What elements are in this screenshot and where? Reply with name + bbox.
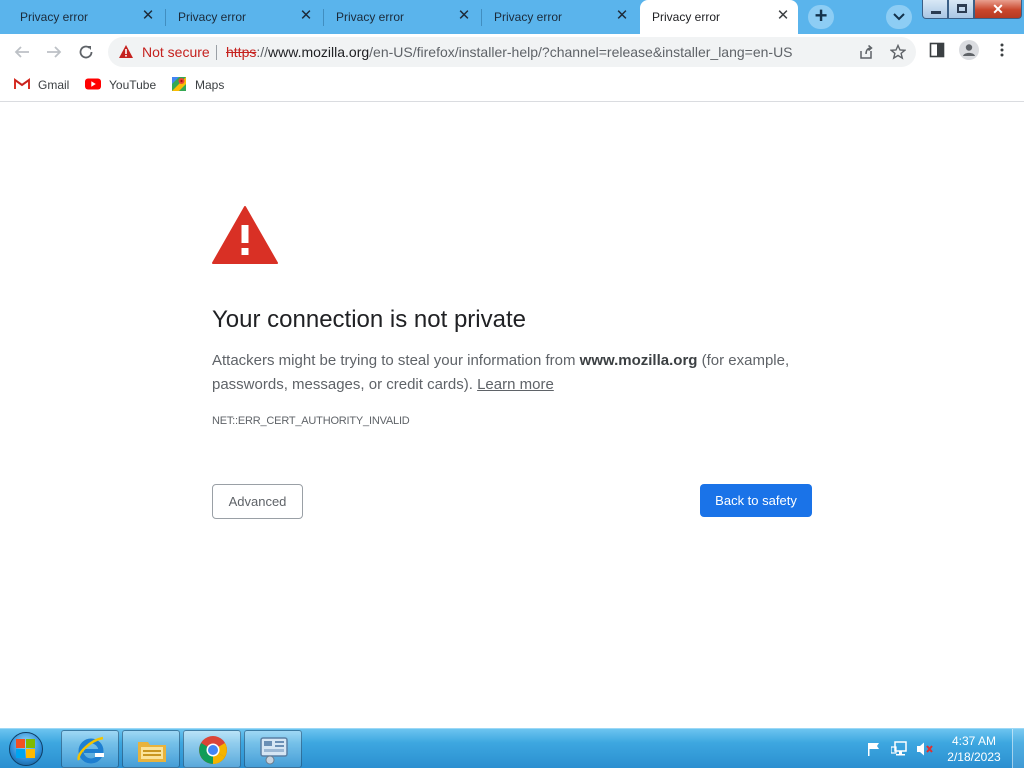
tab-active[interactable]: Privacy error ✕ [640,0,798,34]
tab-search-button[interactable] [886,5,912,29]
youtube-icon [85,78,101,90]
network-icon[interactable] [891,741,909,757]
reload-button[interactable] [74,40,98,64]
maximize-icon [957,4,967,13]
tab[interactable]: Privacy error ✕ [158,0,316,34]
chrome-icon [199,736,227,764]
tab-title: Privacy error [336,10,405,24]
tab[interactable]: Privacy error ✕ [316,0,474,34]
tab[interactable]: Privacy error ✕ [0,0,158,34]
bookmark-label: Gmail [38,78,70,92]
volume-muted-icon[interactable] [916,741,934,757]
tab-strip: Privacy error ✕ Privacy error ✕ Privacy … [0,0,1024,34]
explanation-text: Attackers might be trying to steal your … [212,349,812,397]
url-host: www.mozilla.org [268,44,370,60]
system-clock[interactable]: 4:37 AM 2/18/2023 [944,733,1004,765]
window-controls: ✕ [922,0,1022,20]
back-arrow-icon [14,46,29,58]
tab-close-icon[interactable]: ✕ [140,8,156,24]
clock-date: 2/18/2023 [947,750,1001,764]
maximize-button[interactable] [948,0,974,19]
minimize-icon [931,11,941,14]
omnibox-divider [216,45,217,60]
tab-title: Privacy error [494,10,563,24]
tab-close-icon[interactable]: ✕ [775,8,791,24]
forward-button[interactable] [42,40,66,64]
gmail-icon [14,78,30,89]
forward-arrow-icon [47,46,62,58]
internet-explorer-icon [77,736,104,764]
taskbar-chrome[interactable] [183,730,241,768]
menu-kebab-icon[interactable] [994,42,1010,58]
taskbar-internet-explorer[interactable] [61,730,119,768]
url-scheme: https [226,44,257,60]
close-window-button[interactable]: ✕ [974,0,1022,19]
share-icon[interactable] [858,44,874,60]
explanation-prefix: Attackers might be trying to steal your … [212,352,580,369]
profile-avatar-icon[interactable] [959,40,979,60]
back-to-safety-button[interactable]: Back to safety [700,484,812,517]
reload-icon [79,45,93,59]
page-heading: Your connection is not private [212,306,526,333]
not-secure-label[interactable]: Not secure [142,44,210,60]
explanation-host: www.mozilla.org [579,352,698,369]
url-path: /en-US/firefox/installer-help/?channel=r… [369,44,793,60]
file-explorer-icon [138,742,166,762]
warning-triangle-icon [212,206,278,264]
clock-time: 4:37 AM [951,734,997,748]
action-center-flag-icon[interactable] [866,741,882,757]
control-panel-icon [260,737,288,765]
show-desktop-button[interactable] [1012,729,1024,768]
tab-close-icon[interactable]: ✕ [298,8,314,24]
bookmark-label: Maps [195,78,225,92]
address-bar[interactable]: Not secure https://www.mozilla.org/en-US… [108,37,916,67]
minimize-button[interactable] [922,0,948,19]
url-text[interactable]: https://www.mozilla.org/en-US/firefox/in… [226,44,793,60]
advanced-button[interactable]: Advanced [212,484,303,519]
tab-title: Privacy error [178,10,247,24]
learn-more-link[interactable]: Learn more [477,376,554,393]
side-panel-icon[interactable] [929,42,945,58]
tab-close-icon[interactable]: ✕ [614,8,630,24]
windows-logo-icon [16,739,36,759]
tab-title: Privacy error [652,10,721,24]
browser-toolbar: Not secure https://www.mozilla.org/en-US… [0,34,1024,70]
tab[interactable]: Privacy error ✕ [474,0,632,34]
bookmark-label: YouTube [109,78,157,92]
tab-close-icon[interactable]: ✕ [456,8,472,24]
taskbar-control-panel[interactable] [244,730,302,768]
chevron-down-icon [893,13,905,21]
start-button[interactable] [4,730,48,768]
maps-icon [172,77,186,91]
bookmarks-bar: Gmail YouTube Maps [0,70,1024,102]
back-button[interactable] [10,40,34,64]
taskbar: 4:37 AM 2/18/2023 [0,728,1024,768]
new-tab-button[interactable]: + [808,5,834,29]
tab-title: Privacy error [20,10,89,24]
error-code[interactable]: NET::ERR_CERT_AUTHORITY_INVALID [212,415,410,427]
bookmark-star-icon[interactable] [890,44,906,60]
warning-icon [119,45,133,58]
interstitial-page: Your connection is not private Attackers… [0,103,1024,728]
url-scheme-separator: :// [256,44,269,60]
taskbar-file-explorer[interactable] [122,730,180,768]
